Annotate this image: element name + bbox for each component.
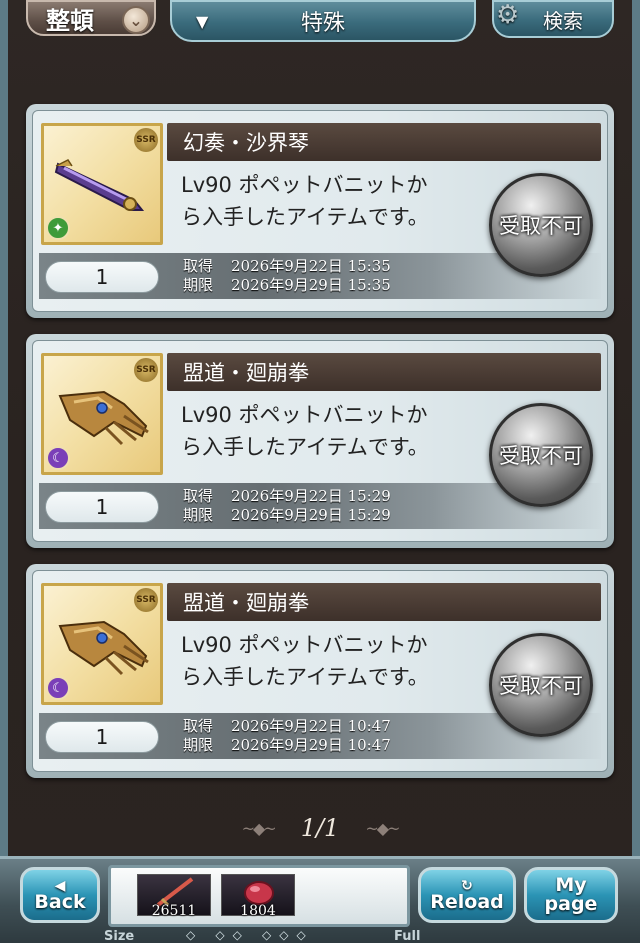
expiry-date: 2026年9月29日 10:47 (231, 736, 391, 754)
reload-button[interactable]: ↻ Reload (418, 867, 516, 923)
description-line: ら入手したアイテムです。 (181, 665, 429, 689)
rarity-badge: SSR (134, 588, 158, 612)
claim-label: 受取不可 (499, 674, 583, 698)
claim-label: 受取不可 (499, 444, 583, 468)
sort-label: 整頓 (46, 6, 94, 35)
pagination: ~◆~ 1/1 ~◆~ (0, 810, 640, 846)
search-button[interactable]: ⚙ 検索 (492, 0, 614, 38)
item-title-bar: 盟道・廻崩拳 (167, 583, 601, 621)
ornament-right-icon: ~◆~ (365, 818, 400, 838)
acquired-date: 2026年9月22日 15:29 (231, 487, 391, 505)
list-item: SSR ☾ 盟道・廻崩拳 Lv90 ポペットバニットか ら入手したアイテムです。… (26, 334, 614, 548)
rarity-badge: SSR (134, 358, 158, 382)
resource-slot[interactable]: 1804 (221, 874, 295, 919)
mypage-label-line2: page (544, 893, 598, 915)
item-thumbnail[interactable]: SSR ✦ (41, 123, 163, 245)
wind-element-icon: ✦ (46, 216, 70, 240)
dropdown-arrow-icon: ▼ (196, 12, 209, 31)
gauntlet-weapon-icon (58, 620, 149, 676)
back-button[interactable]: ◀ Back (20, 867, 100, 923)
date-info: 取得 2026年9月22日 15:35 期限 2026年9月29日 15:35 (183, 257, 391, 295)
quantity-value: 1 (95, 265, 109, 289)
item-name: 幻奏・沙界琴 (183, 131, 309, 155)
claim-button[interactable]: 受取不可 (489, 633, 593, 737)
quantity-badge: 1 (45, 261, 159, 293)
expiry-label: 期限 (183, 506, 214, 524)
item-description: Lv90 ポペットバニットか ら入手したアイテムです。 (181, 629, 481, 693)
item-description: Lv90 ポペットバニットか ら入手したアイテムです。 (181, 399, 481, 463)
top-bar: 整頓 ⌄ ▼ 特殊 ⚙ 検索 (0, 0, 640, 48)
expiry-label: 期限 (183, 736, 214, 754)
card-body: SSR ✦ 幻奏・沙界琴 Lv90 ポペットバニットか ら入手したアイテムです。… (32, 110, 608, 312)
date-info: 取得 2026年9月22日 15:29 期限 2026年9月29日 15:29 (183, 487, 391, 525)
size-label: Size (104, 929, 135, 943)
quantity-value: 1 (95, 725, 109, 749)
mypage-button[interactable]: My page (524, 867, 618, 923)
dark-element-icon: ☾ (46, 446, 70, 470)
item-title-bar: 幻奏・沙界琴 (167, 123, 601, 161)
description-line: Lv90 ポペットバニットか (181, 403, 428, 427)
reload-label: Reload (430, 890, 504, 913)
sort-button[interactable]: 整頓 ⌄ (26, 0, 156, 36)
claim-label: 受取不可 (499, 214, 583, 238)
card-body: SSR ☾ 盟道・廻崩拳 Lv90 ポペットバニットか ら入手したアイテムです。… (32, 570, 608, 772)
description-line: Lv90 ポペットバニットか (181, 633, 428, 657)
acquired-date: 2026年9月22日 10:47 (231, 717, 391, 735)
resource-panel: 26511 1804 (108, 865, 410, 927)
search-label: 検索 (543, 8, 583, 33)
claim-button[interactable]: 受取不可 (489, 173, 593, 277)
gauntlet-weapon-icon (58, 390, 149, 446)
expiry-date: 2026年9月29日 15:35 (231, 276, 391, 294)
page-indicator: 1/1 (300, 814, 340, 842)
size-slider[interactable]: Size ◇ ◇◇ ◇◇◇ Full (104, 928, 444, 943)
list-item: SSR ✦ 幻奏・沙界琴 Lv90 ポペットバニットか ら入手したアイテムです。… (26, 104, 614, 318)
acquired-label: 取得 (183, 257, 214, 275)
item-thumbnail[interactable]: SSR ☾ (41, 353, 163, 475)
gear-icon: ⚙ (496, 0, 520, 30)
resource-slot[interactable]: 26511 (137, 874, 211, 919)
dark-element-icon: ☾ (46, 676, 70, 700)
back-label: Back (34, 890, 86, 913)
quantity-value: 1 (95, 495, 109, 519)
item-name: 盟道・廻崩拳 (183, 361, 309, 385)
description-line: Lv90 ポペットバニットか (181, 173, 428, 197)
harp-weapon-icon (54, 159, 145, 211)
ornament-left-icon: ~◆~ (241, 818, 277, 838)
card-body: SSR ☾ 盟道・廻崩拳 Lv90 ポペットバニットか ら入手したアイテムです。… (32, 340, 608, 542)
chevron-down-icon: ⌄ (122, 6, 150, 34)
description-line: ら入手したアイテムです。 (181, 435, 429, 459)
filter-label: 特殊 (300, 11, 345, 36)
expiry-label: 期限 (183, 276, 214, 294)
date-info: 取得 2026年9月22日 10:47 期限 2026年9月29日 10:47 (183, 717, 391, 755)
description-line: ら入手したアイテムです。 (181, 205, 429, 229)
item-thumbnail[interactable]: SSR ☾ (41, 583, 163, 705)
resource-count: 1804 (240, 903, 276, 919)
resource-count: 26511 (151, 903, 197, 919)
claim-button[interactable]: 受取不可 (489, 403, 593, 507)
item-description: Lv90 ポペットバニットか ら入手したアイテムです。 (181, 169, 481, 233)
item-name: 盟道・廻崩拳 (183, 591, 309, 615)
filter-dropdown[interactable]: ▼ 特殊 (170, 0, 476, 42)
expiry-date: 2026年9月29日 15:29 (231, 506, 391, 524)
item-title-bar: 盟道・廻崩拳 (167, 353, 601, 391)
acquired-label: 取得 (183, 487, 214, 505)
rarity-badge: SSR (134, 128, 158, 152)
full-label: Full (394, 929, 421, 943)
size-steps-icon: ◇ ◇◇ ◇◇◇ (186, 928, 314, 942)
quantity-badge: 1 (45, 491, 159, 523)
bottom-navigation: ◀ Back 26511 1804 ↻ Reload My page Size … (0, 856, 640, 943)
acquired-date: 2026年9月22日 15:35 (231, 257, 391, 275)
acquired-label: 取得 (183, 717, 214, 735)
quantity-badge: 1 (45, 721, 159, 753)
list-item: SSR ☾ 盟道・廻崩拳 Lv90 ポペットバニットか ら入手したアイテムです。… (26, 564, 614, 778)
